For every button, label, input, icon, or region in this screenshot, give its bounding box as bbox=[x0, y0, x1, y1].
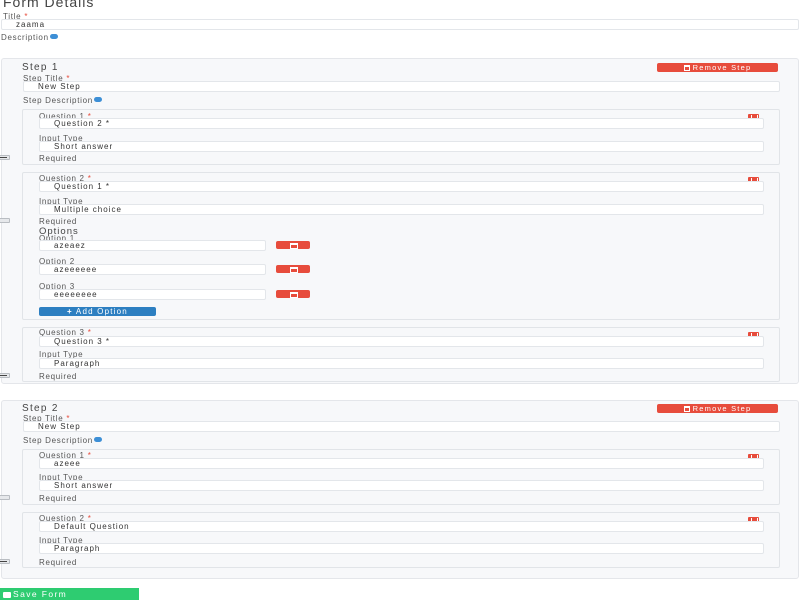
question-card: Question 1 * azeee Input Type Short answe… bbox=[22, 449, 780, 505]
delete-option-trash-icon[interactable] bbox=[276, 241, 310, 249]
remove-step-button[interactable]: Remove Step bbox=[657, 63, 778, 72]
description-label: Description bbox=[1, 33, 58, 42]
step-card: Step 2 Remove Step Step Title * New Step … bbox=[0, 400, 799, 579]
title-input[interactable]: zaama bbox=[1, 19, 799, 30]
step-heading: Step 1 bbox=[22, 62, 59, 73]
delete-option-trash-icon[interactable] bbox=[276, 290, 310, 298]
required-label: Required bbox=[39, 494, 78, 503]
required-checkbox[interactable] bbox=[0, 559, 10, 564]
question-card: Question 3 * Question 3 * Input Type Para… bbox=[22, 327, 780, 382]
save-icon bbox=[3, 592, 11, 598]
info-icon bbox=[93, 97, 102, 103]
step-heading: Step 2 bbox=[22, 403, 59, 414]
option-input[interactable]: eeeeeeee bbox=[39, 289, 266, 300]
option-input[interactable]: azeaez bbox=[39, 240, 266, 251]
input-type-select[interactable]: Multiple choice bbox=[39, 204, 764, 215]
required-label: Required bbox=[39, 154, 78, 163]
question-card: Question 1 * Question 2 * Input Type Shor… bbox=[22, 109, 780, 165]
question-text-input[interactable]: Default Question bbox=[39, 521, 764, 532]
trash-icon bbox=[683, 406, 690, 412]
step-description-label: Step Description bbox=[23, 96, 102, 105]
trash-icon bbox=[683, 65, 690, 71]
info-icon bbox=[49, 34, 58, 40]
add-option-button[interactable]: + Add Option bbox=[39, 307, 156, 316]
required-checkbox[interactable] bbox=[0, 373, 10, 378]
required-checkbox[interactable] bbox=[0, 155, 10, 160]
page-title: Form Details bbox=[3, 0, 95, 10]
question-text-input[interactable]: azeee bbox=[39, 458, 764, 469]
question-text-input[interactable]: Question 3 * bbox=[39, 336, 764, 347]
input-type-select[interactable]: Paragraph bbox=[39, 358, 764, 369]
input-type-select[interactable]: Short answer bbox=[39, 480, 764, 491]
plus-icon: + bbox=[67, 307, 73, 316]
remove-step-button[interactable]: Remove Step bbox=[657, 404, 778, 413]
info-icon bbox=[93, 437, 102, 443]
input-type-select[interactable]: Short answer bbox=[39, 141, 764, 152]
question-text-input[interactable]: Question 1 * bbox=[39, 181, 764, 192]
required-checkbox[interactable] bbox=[0, 495, 10, 500]
input-type-select[interactable]: Paragraph bbox=[39, 543, 764, 554]
required-label: Required bbox=[39, 558, 78, 567]
step-description-label: Step Description bbox=[23, 436, 102, 445]
option-input[interactable]: azeeeeee bbox=[39, 264, 266, 275]
required-checkbox[interactable] bbox=[0, 218, 10, 223]
step-title-input[interactable]: New Step bbox=[23, 421, 780, 432]
required-label: Required bbox=[39, 217, 78, 226]
question-card: Question 2 * Default Question Input Type … bbox=[22, 512, 780, 568]
step-card: Step 1 Remove Step Step Title * New Step … bbox=[0, 58, 799, 384]
delete-option-trash-icon[interactable] bbox=[276, 265, 310, 273]
required-label: Required bbox=[39, 372, 78, 381]
step-title-input[interactable]: New Step bbox=[23, 81, 780, 92]
question-text-input[interactable]: Question 2 * bbox=[39, 118, 764, 129]
save-form-button[interactable]: Save Form bbox=[0, 588, 139, 600]
